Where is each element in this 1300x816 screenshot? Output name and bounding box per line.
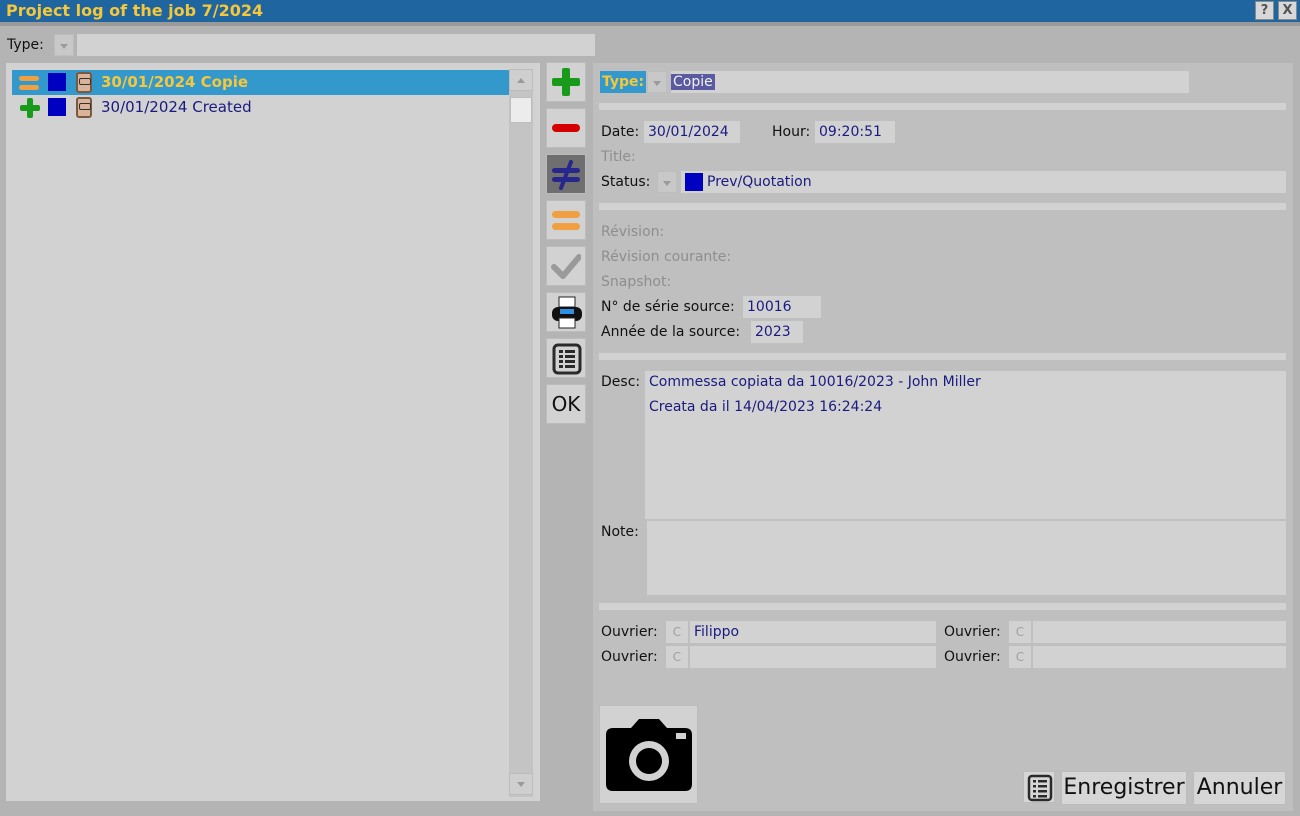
camera-button[interactable]: [599, 705, 698, 804]
note-textarea[interactable]: [647, 521, 1286, 595]
current-revision-label: Révision courante:: [601, 249, 732, 265]
ok-button[interactable]: OK: [546, 384, 586, 424]
plus-icon: [552, 68, 580, 96]
list-item[interactable]: 30/01/2024 Created: [12, 95, 510, 120]
status-color-square: [48, 73, 66, 91]
print-button[interactable]: [546, 292, 586, 332]
list-icon: [552, 343, 582, 375]
desc-label: Desc:: [601, 374, 641, 390]
worker-c-button[interactable]: C: [1009, 646, 1031, 668]
list-icon: [1027, 774, 1053, 802]
printer-icon: [552, 296, 582, 329]
list-item-label: 30/01/2024 Created: [101, 98, 252, 116]
filter-type-field[interactable]: [77, 34, 595, 56]
worker-label: Ouvrier:: [944, 624, 1001, 640]
scroll-down-arrow-icon[interactable]: [509, 773, 533, 795]
type-value: Copie: [671, 74, 715, 90]
source-serial-label: N° de série source:: [601, 299, 735, 315]
worker-field[interactable]: [690, 646, 936, 668]
separator: [599, 103, 1286, 110]
user-avatar-icon: [76, 97, 92, 118]
note-label: Note:: [601, 524, 639, 540]
plus-icon: [20, 98, 40, 118]
status-color-square: [48, 98, 66, 116]
type-field[interactable]: Copie: [671, 71, 1189, 93]
close-button[interactable]: X: [1278, 1, 1297, 20]
worker-field[interactable]: [1033, 646, 1286, 668]
check-icon: [551, 254, 581, 279]
minus-icon: [552, 124, 580, 132]
list-item[interactable]: 30/01/2024 Copie: [12, 70, 510, 95]
status-color-square: [685, 173, 703, 191]
status-field[interactable]: Prev/Quotation: [681, 171, 1286, 193]
add-button[interactable]: [546, 62, 586, 102]
worker-label: Ouvrier:: [601, 649, 658, 665]
revision-label: Révision:: [601, 224, 665, 240]
remove-button[interactable]: [546, 108, 586, 148]
list-button[interactable]: [1023, 771, 1055, 803]
separator: [599, 353, 1286, 360]
type-dropdown[interactable]: [647, 71, 667, 93]
separator: [599, 603, 1286, 610]
type-label: Type:: [600, 71, 647, 93]
filter-type-dropdown[interactable]: [54, 34, 74, 56]
scroll-up-arrow-icon[interactable]: [509, 69, 533, 91]
snapshot-label: Snapshot:: [601, 274, 672, 290]
window-title: Project log of the job 7/2024: [6, 1, 264, 20]
status-label: Status:: [601, 174, 651, 190]
not-equal-icon: [552, 160, 580, 190]
worker-c-button[interactable]: C: [666, 621, 688, 643]
worker-field[interactable]: Filippo: [690, 621, 936, 643]
hour-field[interactable]: 09:20:51: [815, 121, 895, 143]
worker-c-button[interactable]: C: [666, 646, 688, 668]
log-list-panel: 30/01/2024 Copie 30/01/2024 Created: [6, 63, 540, 801]
title-bar: Project log of the job 7/2024 ? X: [0, 0, 1300, 22]
camera-icon: [606, 719, 692, 791]
desc-line: Commessa copiata da 10016/2023 - John Mi…: [649, 374, 981, 390]
separator: [599, 203, 1286, 210]
cancel-button[interactable]: Annuler: [1193, 771, 1286, 805]
help-button[interactable]: ?: [1255, 1, 1274, 20]
worker-label: Ouvrier:: [944, 649, 1001, 665]
desc-textarea[interactable]: Commessa copiata da 10016/2023 - John Mi…: [645, 371, 1286, 519]
date-field[interactable]: 30/01/2024: [644, 121, 740, 143]
equal-button[interactable]: [546, 200, 586, 240]
save-button[interactable]: Enregistrer: [1061, 771, 1187, 805]
diff-button[interactable]: [546, 154, 586, 194]
worker-field[interactable]: [1033, 621, 1286, 643]
list-scrollbar[interactable]: [509, 69, 533, 797]
status-dropdown[interactable]: [657, 171, 677, 193]
check-button[interactable]: [546, 246, 586, 286]
list-item-label: 30/01/2024 Copie: [101, 73, 249, 91]
status-value: Prev/Quotation: [707, 174, 812, 190]
detail-panel: Type: Copie Date: 30/01/2024 Hour: 09:20…: [593, 63, 1293, 811]
title-label: Title:: [601, 149, 636, 165]
user-avatar-icon: [76, 72, 92, 93]
source-year-label: Année de la source:: [601, 324, 741, 340]
date-label: Date:: [601, 124, 640, 140]
desc-line: Creata da il 14/04/2023 16:24:24: [649, 399, 883, 415]
scroll-thumb[interactable]: [510, 97, 532, 123]
equals-icon: [552, 211, 580, 230]
filter-type-label: Type:: [7, 37, 44, 53]
equals-icon: [19, 76, 39, 90]
source-serial-field[interactable]: 10016: [743, 296, 821, 318]
hour-label: Hour:: [772, 124, 811, 140]
worker-label: Ouvrier:: [601, 624, 658, 640]
source-year-field[interactable]: 2023: [751, 321, 803, 343]
list-button[interactable]: [546, 338, 586, 378]
title-strip: [0, 22, 1300, 26]
worker-c-button[interactable]: C: [1009, 621, 1031, 643]
